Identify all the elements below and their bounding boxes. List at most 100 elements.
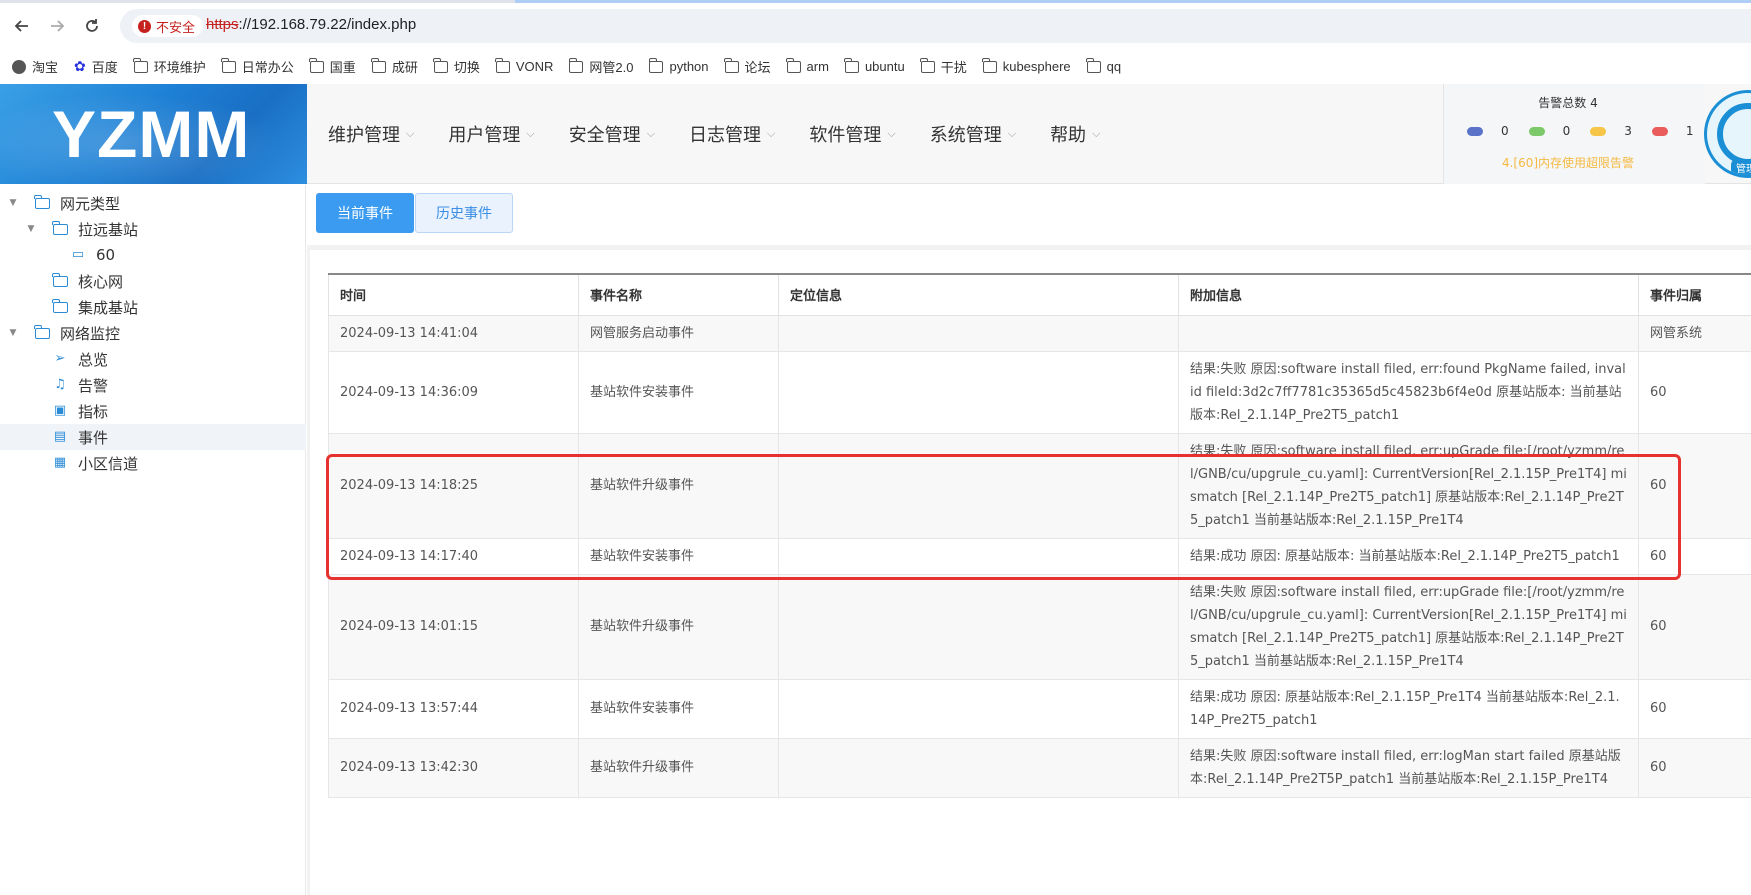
expand-toggle-icon[interactable]: ▼ bbox=[6, 198, 20, 208]
bookmark-label: 淘宝 bbox=[32, 60, 59, 75]
cell-time: 2024-09-13 14:01:15 bbox=[328, 573, 579, 680]
expand-toggle-icon[interactable]: ▼ bbox=[24, 224, 38, 234]
forward-icon[interactable] bbox=[45, 14, 69, 38]
alarm-level-pill[interactable] bbox=[1528, 126, 1545, 136]
bookmark-item[interactable]: python bbox=[648, 57, 709, 74]
cell-owner: 网管系统 bbox=[1638, 314, 1751, 352]
reload-icon[interactable] bbox=[80, 14, 104, 38]
table-row[interactable]: 2024-09-13 14:01:15 基站软件升级事件 结果:失败 原因:soft… bbox=[328, 573, 1751, 680]
table-row[interactable]: 2024-09-13 14:41:04 网管服务启动事件 网管系统 bbox=[328, 314, 1751, 352]
navigation-icon: ➢ bbox=[52, 352, 68, 366]
menu-item[interactable]: 软件管理 ⌵ bbox=[809, 121, 895, 147]
url-text[interactable]: https://192.168.79.22/index.php bbox=[206, 16, 416, 33]
bookmark-label: 国重 bbox=[329, 60, 356, 75]
back-icon[interactable] bbox=[10, 14, 34, 38]
menu-item[interactable]: 帮助 ⌵ bbox=[1050, 121, 1100, 147]
bookmark-item[interactable]: arm bbox=[785, 57, 829, 74]
address-bar[interactable]: ! 不安全 https://192.168.79.22/index.php bbox=[120, 9, 1751, 43]
folder-shape bbox=[34, 194, 50, 209]
bookmark-item[interactable]: 切换 bbox=[433, 57, 480, 76]
cell-location bbox=[778, 350, 1179, 434]
tree-node-label: 网络监控 bbox=[60, 324, 121, 343]
tab-strip bbox=[0, 0, 1751, 3]
folder-icon bbox=[495, 57, 510, 73]
bookmark-item[interactable]: VONR bbox=[495, 57, 553, 74]
bookmark-item[interactable]: 淘宝 bbox=[12, 57, 58, 76]
folder-icon bbox=[723, 57, 739, 73]
table-row[interactable]: 2024-09-13 14:18:25 基站软件升级事件 结果:失败 原因:soft… bbox=[328, 432, 1751, 539]
table-row[interactable]: 2024-09-13 13:42:30 基站软件升级事件 结果:失败 原因:soft… bbox=[328, 737, 1751, 798]
bookmark-item[interactable]: ✿ 百度 bbox=[74, 57, 118, 76]
bookmark-label: arm bbox=[806, 59, 829, 74]
tab-current-events[interactable]: 当前事件 bbox=[316, 193, 414, 233]
menu-item[interactable]: 用户管理 ⌵ bbox=[448, 121, 534, 147]
tab-history-events[interactable]: 历史事件 bbox=[415, 193, 513, 233]
avatar-tag: 管理 bbox=[1731, 159, 1751, 175]
alarm-level-pill[interactable] bbox=[1651, 126, 1668, 136]
bookmark-item[interactable]: 论坛 bbox=[723, 57, 771, 76]
tree-node[interactable]: ▭ 60 bbox=[0, 242, 306, 268]
tree-node[interactable]: ▦ 小区信道 bbox=[0, 450, 306, 476]
bookmark-item[interactable]: kubesphere bbox=[982, 57, 1071, 74]
table-row[interactable]: 2024-09-13 14:36:09 基站软件安装事件 结果:失败 原因:soft… bbox=[328, 350, 1751, 434]
alarm-message[interactable]: 4.[60]内存使用超限告警 bbox=[1444, 154, 1692, 171]
bookmark-label: ubuntu bbox=[864, 59, 905, 74]
column-header: 附加信息 bbox=[1178, 273, 1639, 316]
cell-location bbox=[778, 678, 1179, 739]
cell-name: 基站软件升级事件 bbox=[578, 432, 779, 539]
bookmark-item[interactable]: qq bbox=[1086, 57, 1121, 74]
tree-node[interactable]: 核心网 bbox=[0, 268, 306, 294]
bookmark-item[interactable]: 干扰 bbox=[920, 57, 967, 76]
bookmark-label: 环境维护 bbox=[153, 60, 206, 75]
expand-toggle-icon[interactable]: ▼ bbox=[6, 328, 20, 338]
cell-time: 2024-09-13 13:57:44 bbox=[328, 678, 579, 739]
tree-node-label: 总览 bbox=[78, 350, 109, 369]
chevron-down-icon: ⌵ bbox=[1092, 127, 1101, 140]
bookmark-item[interactable]: 国重 bbox=[309, 57, 356, 76]
alarm-total: 告警总数 4 bbox=[1538, 96, 1598, 110]
alarm-level-count: 1 bbox=[1685, 124, 1694, 138]
tree-node[interactable]: ▼ 拉远基站 bbox=[0, 216, 306, 242]
folder-icon bbox=[371, 57, 386, 73]
tree-node-label: 核心网 bbox=[78, 272, 124, 291]
bookmark-item[interactable]: 成研 bbox=[371, 57, 418, 76]
security-chip[interactable]: ! 不安全 bbox=[132, 15, 204, 37]
tree-node-label: 集成基站 bbox=[78, 298, 139, 317]
alarm-level-count: 0 bbox=[1562, 124, 1571, 138]
tree-node[interactable]: ♫ 告警 bbox=[0, 372, 306, 398]
table-row[interactable]: 2024-09-13 14:17:40 基站软件安装事件 结果:成功 原因: 原基站… bbox=[328, 537, 1751, 575]
menu-item[interactable]: 维护管理 ⌵ bbox=[328, 121, 414, 147]
alarm-level-pill[interactable] bbox=[1467, 126, 1483, 136]
menu-item[interactable]: 安全管理 ⌵ bbox=[569, 121, 655, 147]
column-header: 事件归属 bbox=[1638, 273, 1751, 316]
user-avatar[interactable]: 管理 bbox=[1704, 90, 1751, 178]
folder-icon bbox=[309, 57, 324, 73]
column-header: 时间 bbox=[328, 273, 579, 316]
alarm-summary[interactable]: 告警总数 4 0 0 3 1 4.[60]内存使用超限告警 bbox=[1443, 84, 1705, 184]
table-row[interactable]: 2024-09-13 13:57:44 基站软件安装事件 结果:成功 原因: 原基站… bbox=[328, 678, 1751, 739]
tree-node-label: 事件 bbox=[78, 428, 109, 447]
bell-icon: ♫ bbox=[52, 378, 68, 392]
folder-icon bbox=[52, 272, 68, 288]
bookmark-item[interactable]: 网管2.0 bbox=[568, 57, 633, 76]
icon-glyph: ▭ bbox=[71, 247, 85, 262]
bookmark-item[interactable]: ubuntu bbox=[844, 57, 905, 74]
tree-node[interactable]: 集成基站 bbox=[0, 294, 306, 320]
menu-item[interactable]: 系统管理 ⌵ bbox=[930, 121, 1016, 147]
icon-glyph: ♫ bbox=[54, 377, 66, 392]
tree-node[interactable]: ▼ 网元类型 bbox=[0, 190, 306, 216]
icon-glyph: ▣ bbox=[53, 403, 67, 418]
alarm-level-pill[interactable] bbox=[1590, 126, 1607, 136]
menu-item[interactable]: 日志管理 ⌵ bbox=[689, 121, 775, 147]
tree-node[interactable]: ➢ 总览 bbox=[0, 346, 306, 372]
event-tabs: 当前事件 历史事件 bbox=[316, 193, 513, 233]
tree-node[interactable]: ▤ 事件 bbox=[0, 424, 306, 450]
chevron-down-icon: ⌵ bbox=[406, 127, 415, 140]
bookmark-item[interactable]: 日常办公 bbox=[221, 57, 294, 76]
tree-node[interactable]: ▣ 指标 bbox=[0, 398, 306, 424]
cell-info bbox=[1178, 314, 1639, 352]
bookmark-item[interactable]: 环境维护 bbox=[133, 57, 206, 76]
bookmark-label: 干扰 bbox=[940, 60, 967, 75]
cell-location bbox=[778, 737, 1179, 798]
tree-node[interactable]: ▼ 网络监控 bbox=[0, 320, 306, 346]
